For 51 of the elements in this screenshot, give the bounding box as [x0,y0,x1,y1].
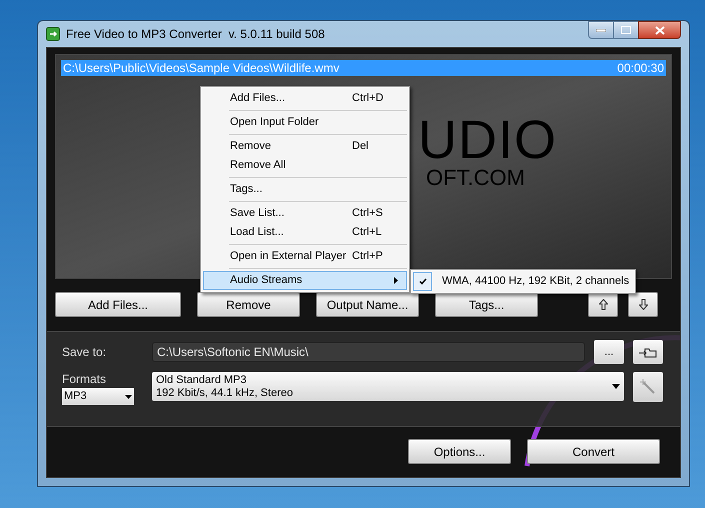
file-duration: 00:00:30 [617,60,664,77]
shortcut-text: Ctrl+L [352,225,383,240]
close-icon [654,26,664,34]
save-to-label: Save to: [62,344,108,361]
close-button[interactable] [638,21,681,39]
check-icon [418,278,426,285]
open-folder-button[interactable] [633,340,663,364]
preset-name: Old Standard MP3 [156,374,248,386]
shortcut-text: Ctrl+P [352,249,384,264]
formats-label: Formats [62,372,108,386]
menu-item[interactable]: Load List... Ctrl+L [203,223,407,242]
file-path: C:\Users\Public\Videos\Sample Videos\Wildlife.wmv [63,60,340,77]
menu-item[interactable]: Tags... [203,180,407,199]
minimize-icon [596,28,606,32]
menu-item[interactable]: Remove All [203,156,407,175]
move-down-button[interactable] [628,292,658,317]
list-action-button[interactable]: Output Name... [316,292,419,317]
preset-dropdown[interactable]: Old Standard MP3 192 Kbit/s, 44.1 kHz, Stereo [152,372,624,401]
app-icon [46,27,60,41]
menu-item[interactable]: Audio Streams [203,271,407,290]
background-logo-text: UDIO [418,115,557,165]
list-action-button[interactable]: Add Files... [55,292,181,317]
menu-item[interactable]: Add Files... Ctrl+D [203,89,407,108]
maximize-button[interactable] [614,21,638,39]
format-dropdown[interactable]: MP3 [62,388,134,405]
submenu-item[interactable]: WMA, 44100 Hz, 192 KBit, 2 channels [413,272,633,291]
arrow-up-icon [598,299,608,310]
folder-arrow-icon [639,346,657,358]
menu-item[interactable]: Save List... Ctrl+S [203,204,407,223]
minimize-button[interactable] [588,21,614,39]
move-up-button[interactable] [588,292,618,317]
shortcut-text: Del [352,139,370,154]
list-action-button[interactable]: Remove [197,292,300,317]
menu-item[interactable]: Open Input Folder [203,113,407,132]
list-action-button[interactable]: Tags... [435,292,538,317]
browse-button[interactable]: ... [594,340,624,364]
window-title: Free Video to MP3 Converter v. 5.0.11 build 508 [66,26,325,43]
action-button[interactable]: Options... [408,439,511,464]
arrow-down-icon [638,299,648,310]
maximize-icon [621,26,631,34]
menu-item[interactable]: Open in External Player Ctrl+P [203,247,407,266]
menu-item[interactable]: Remove Del [203,137,407,156]
action-button[interactable]: Convert [527,439,660,464]
caret-icon [612,384,620,389]
shortcut-text: Ctrl+S [352,206,384,222]
magic-wand-icon [640,379,656,395]
shortcut-text: Ctrl+D [352,91,384,106]
preset-details: 192 Kbit/s, 44.1 kHz, Stereo [156,386,294,400]
caret-icon [125,394,132,398]
save-path-field[interactable]: C:\Users\Softonic EN\Music\ [152,342,585,362]
background-logo-text: OFT.COM [426,165,525,191]
